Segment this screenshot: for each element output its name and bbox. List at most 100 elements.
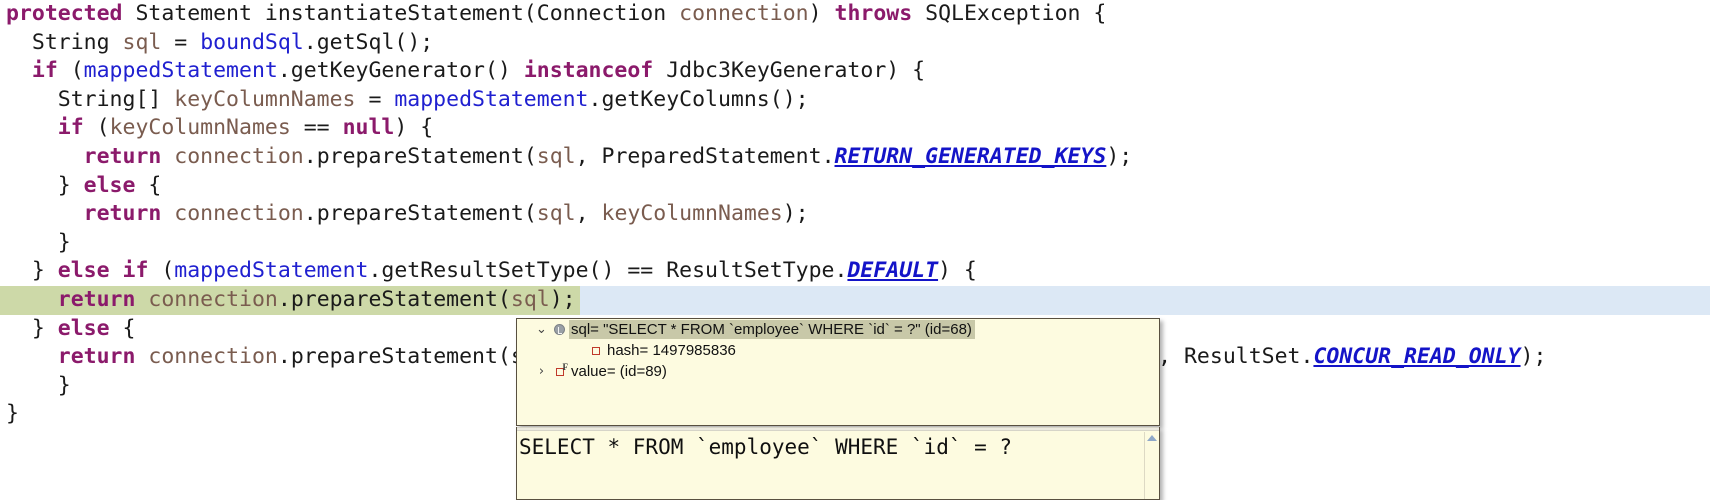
- code-token: prepareStatement: [316, 143, 524, 169]
- code-line-content: } else {: [6, 315, 136, 344]
- code-token: if: [122, 258, 149, 284]
- code-token: ,: [575, 201, 602, 227]
- code-token: return: [83, 143, 162, 169]
- code-token: sql: [510, 286, 550, 312]
- code-token: CONCUR_READ_ONLY: [1313, 344, 1521, 370]
- tree-toggle-icon[interactable]: ›: [533, 361, 550, 382]
- code-line[interactable]: String sql = boundSql.getSql();: [0, 29, 1710, 58]
- code-line[interactable]: } else {: [0, 172, 1710, 201]
- code-token: (: [497, 344, 511, 370]
- code-token: .: [303, 201, 317, 227]
- code-token: (: [523, 143, 537, 169]
- code-token: connection: [148, 286, 278, 312]
- code-line[interactable]: if (mappedStatement.getKeyGenerator() in…: [0, 57, 1710, 86]
- code-token: .: [368, 258, 382, 284]
- code-token: String: [31, 29, 110, 55]
- code-token: instantiateStatement: [264, 1, 524, 26]
- code-line[interactable]: protected Statement instantiateStatement…: [0, 0, 1710, 29]
- code-token: {: [1080, 1, 1107, 26]
- code-line[interactable]: } else if (mappedStatement.getResultSetT…: [0, 257, 1710, 286]
- tree-toggle-icon[interactable]: ⌄: [533, 319, 550, 340]
- code-token: .: [277, 344, 291, 370]
- debugger-tree-label: value= (id=89): [571, 363, 667, 380]
- code-token: }: [57, 229, 71, 255]
- scroll-up-arrow-icon[interactable]: [1147, 435, 1157, 441]
- code-line[interactable]: return connection.prepareStatement(sql, …: [0, 200, 1710, 229]
- debugger-tree-row[interactable]: ⌄ sql= "SELECT * FROM `employee` WHERE `i…: [517, 319, 1159, 340]
- code-token: ResultSet: [1183, 344, 1301, 370]
- panel-divider: [517, 427, 1159, 431]
- sql-preview-panel[interactable]: SELECT * FROM `employee` WHERE `id` = ?: [516, 427, 1160, 500]
- code-token: prepareStatement: [290, 344, 498, 370]
- code-token: keyColumnNames: [109, 115, 291, 141]
- code-token: Jdbc3KeyGenerator: [666, 58, 887, 84]
- code-token: sql: [536, 201, 576, 227]
- code-line-content: return connection.prepareStatement(sql, …: [6, 143, 1133, 172]
- code-token: connection: [679, 1, 809, 26]
- code-line-content: protected Statement instantiateStatement…: [6, 0, 1106, 29]
- code-line-current-execution[interactable]: return connection.prepareStatement(sql);: [0, 285, 1710, 315]
- primitive-final-icon: [550, 362, 569, 376]
- code-token: );: [782, 201, 809, 227]
- primitive-icon: [586, 346, 605, 355]
- debugger-tree-label: sql= "SELECT * FROM `employee` WHERE `id…: [569, 320, 975, 339]
- code-token: else: [57, 258, 110, 284]
- code-token: .: [277, 286, 291, 312]
- code-token: (: [497, 286, 511, 312]
- code-token: ) {: [394, 115, 434, 141]
- code-token: keyColumnNames: [601, 201, 783, 227]
- debugger-value-popup[interactable]: ⌄ sql= "SELECT * FROM `employee` WHERE `i…: [516, 318, 1160, 426]
- code-token: }: [6, 401, 19, 427]
- code-token: null: [342, 115, 395, 141]
- code-token: {: [109, 315, 136, 341]
- code-line-content: if (keyColumnNames == null) {: [6, 114, 433, 143]
- code-token: .: [303, 143, 317, 169]
- code-token: .: [277, 58, 291, 84]
- code-token: getKeyGenerator: [290, 58, 485, 84]
- debugger-tree-row[interactable]: hash= 1497985836: [517, 340, 1159, 361]
- debugger-tree-label: hash= 1497985836: [607, 342, 736, 359]
- code-token: if: [57, 115, 84, 141]
- code-token: ,: [1158, 344, 1184, 370]
- code-line-content: return connection.prepareStatement(sql);: [6, 286, 576, 315]
- code-token: return: [57, 344, 136, 370]
- chevron-down-icon[interactable]: ⌄: [536, 322, 547, 337]
- code-line[interactable]: return connection.prepareStatement(sql, …: [0, 143, 1710, 172]
- code-token: .: [821, 143, 835, 169]
- code-token: {: [135, 172, 162, 198]
- code-token: sql: [122, 29, 162, 55]
- code-line-content: }: [6, 400, 19, 429]
- code-token: RETURN_GENERATED_KEYS: [834, 143, 1107, 169]
- field-icon: [550, 324, 569, 335]
- code-line[interactable]: if (keyColumnNames == null) {: [0, 114, 1710, 143]
- code-token: getSql: [316, 29, 395, 55]
- code-line[interactable]: String[] keyColumnNames = mappedStatemen…: [0, 86, 1710, 115]
- code-line-content: } else {: [6, 172, 162, 201]
- code-token: connection: [174, 201, 304, 227]
- code-token: =: [161, 29, 201, 55]
- code-token: throws: [834, 1, 913, 26]
- code-line[interactable]: }: [0, 229, 1710, 258]
- chevron-right-icon[interactable]: ›: [539, 364, 544, 379]
- code-token: connection: [148, 344, 278, 370]
- debugger-tree-row[interactable]: › value= (id=89): [517, 361, 1159, 382]
- code-token: instanceof: [523, 58, 654, 84]
- sql-preview-scrollbar[interactable]: [1144, 432, 1159, 499]
- code-line-content: String sql = boundSql.getSql();: [6, 29, 433, 58]
- code-token: .: [1300, 344, 1314, 370]
- code-token: .: [303, 29, 317, 55]
- code-token: if: [31, 58, 58, 84]
- code-token: ();: [394, 29, 434, 55]
